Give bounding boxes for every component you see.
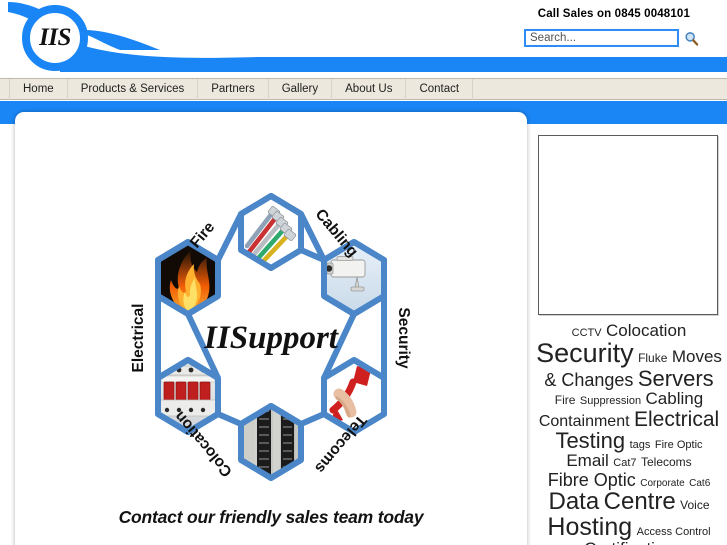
tag-cloud: CCTV Colocation Security Fluke Moves & C… [536, 322, 722, 545]
services-hexagon-wheel: IISupport Fire Cabling Security Telecoms… [121, 188, 421, 488]
logo-mark[interactable]: IIS [22, 5, 88, 71]
tag-cloud-item[interactable]: Fluke [638, 351, 667, 365]
nav-item-products[interactable]: Products & Services [68, 78, 199, 100]
tag-cloud-item[interactable]: Access Control [637, 526, 711, 538]
wheel-center-label: IISupport [203, 320, 339, 356]
call-sales-text: Call Sales on 0845 0048101 [537, 8, 690, 20]
search-icon[interactable] [684, 31, 699, 46]
tag-cloud-item[interactable]: Data [548, 488, 599, 515]
tag-cloud-item[interactable]: Cat7 [613, 457, 636, 469]
tag-cloud-item[interactable]: Testing [555, 428, 625, 453]
tag-cloud-item[interactable]: Fibre Optic [548, 470, 636, 490]
hex-cabling [238, 193, 304, 271]
contact-tagline: Contact our friendly sales team today [118, 507, 424, 527]
site-header: IIS Call Sales on 0845 0048101 [0, 0, 727, 78]
nav-item-contact[interactable]: Contact [406, 78, 474, 100]
tag-cloud-item[interactable]: Electrical [634, 408, 719, 431]
tag-cloud-item[interactable]: Fire [555, 393, 576, 407]
tag-cloud-item[interactable]: Servers [638, 366, 714, 391]
search-bar [524, 29, 699, 47]
main-content-panel: IISupport Fire Cabling Security Telecoms… [15, 112, 527, 545]
wheel-label-electrical: Electrical [130, 304, 147, 373]
logo-text: IIS [39, 24, 71, 51]
tag-cloud-item[interactable]: Fire Optic [655, 439, 703, 451]
tag-cloud-item[interactable]: Cabling [646, 389, 704, 408]
tag-cloud-item[interactable]: Email [566, 451, 609, 470]
search-input[interactable] [524, 29, 679, 47]
tag-cloud-item[interactable]: Suppression [580, 395, 641, 407]
tag-cloud-item[interactable]: Telecoms [641, 455, 692, 469]
tag-cloud-item[interactable]: Colocation [606, 321, 686, 340]
nav-item-partners[interactable]: Partners [198, 78, 269, 100]
tag-cloud-item[interactable]: Certification [584, 539, 674, 545]
hex-fire [155, 239, 221, 317]
hex-colocation [238, 403, 304, 481]
tag-cloud-item[interactable]: Hosting [547, 513, 632, 541]
nav-item-about-us[interactable]: About Us [332, 78, 407, 100]
page-root: IIS Call Sales on 0845 0048101 Home Prod… [0, 0, 727, 545]
wheel-label-security: Security [395, 307, 412, 369]
tag-cloud-item[interactable]: Moves [672, 347, 722, 366]
tag-cloud-item[interactable]: Cat6 [689, 478, 710, 489]
tag-cloud-item[interactable]: tags [630, 439, 651, 451]
nav-item-home[interactable]: Home [9, 78, 68, 100]
tag-cloud-item[interactable]: & Changes [544, 370, 633, 390]
tag-cloud-item[interactable]: Security [536, 338, 634, 368]
main-navigation: Home Products & Services Partners Galler… [0, 78, 727, 100]
nav-item-gallery[interactable]: Gallery [269, 78, 333, 100]
tag-cloud-item[interactable]: Centre [604, 488, 676, 515]
tag-cloud-item[interactable]: Voice [680, 498, 709, 512]
sidebar-ad-box[interactable] [538, 135, 718, 315]
tag-cloud-item[interactable]: CCTV [572, 327, 602, 339]
